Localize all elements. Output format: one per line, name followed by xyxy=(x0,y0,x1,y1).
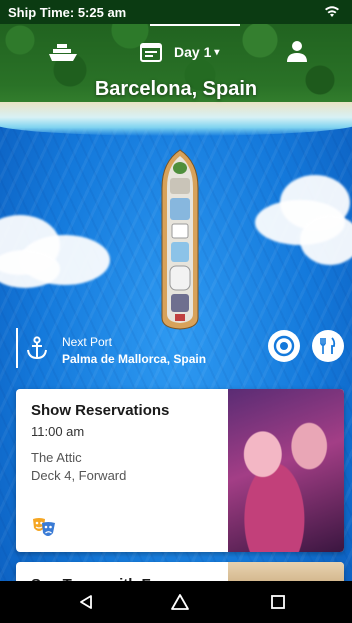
calendar-icon xyxy=(140,43,162,62)
home-icon xyxy=(171,594,189,610)
status-bar: Ship Time: 5:25 am xyxy=(0,0,352,24)
show-reservations-card[interactable]: Show Reservations 11:00 am The Attic Dec… xyxy=(16,389,344,552)
card-location: Deck 4, Forward xyxy=(31,468,127,483)
cruise-ship-illustration[interactable] xyxy=(158,148,202,330)
back-icon xyxy=(80,595,92,609)
card-venue: The Attic xyxy=(31,450,82,465)
wifi-icon xyxy=(325,6,339,17)
show-photo xyxy=(228,389,344,552)
back-button[interactable] xyxy=(56,581,116,623)
profile-icon[interactable] xyxy=(286,40,308,64)
card-title: Show Reservations xyxy=(31,402,170,419)
theater-masks-icon xyxy=(33,518,55,536)
system-nav-bar xyxy=(0,581,352,623)
ship-icon[interactable] xyxy=(48,40,78,64)
recents-icon xyxy=(271,595,285,609)
card-time: 11:00 am xyxy=(31,424,85,439)
ship-time: Ship Time: 5:25 am xyxy=(8,4,127,20)
next-port-value: Palma de Mallorca, Spain xyxy=(62,352,207,366)
dining-button[interactable] xyxy=(312,330,344,362)
view-button[interactable] xyxy=(268,330,300,362)
home-button[interactable] xyxy=(150,581,210,623)
shoreline xyxy=(0,102,352,136)
status-divider xyxy=(150,24,240,26)
day-selector[interactable]: Day 1 ▾ xyxy=(140,38,219,66)
recents-button[interactable] xyxy=(248,581,308,623)
next-port-panel: Next Port Palma de Mallorca, Spain xyxy=(16,328,206,368)
eye-icon xyxy=(273,335,295,357)
anchor-icon xyxy=(27,336,47,360)
next-port-label: Next Port xyxy=(62,335,113,349)
port-title: Barcelona, Spain xyxy=(94,78,258,100)
fork-knife-icon xyxy=(320,337,336,354)
app-screen: Ship Time: 5:25 am Day 1 ▾ Barcelona, Sp… xyxy=(0,0,352,623)
day-label: Day 1 xyxy=(174,44,212,60)
chevron-down-icon: ▾ xyxy=(214,46,220,58)
